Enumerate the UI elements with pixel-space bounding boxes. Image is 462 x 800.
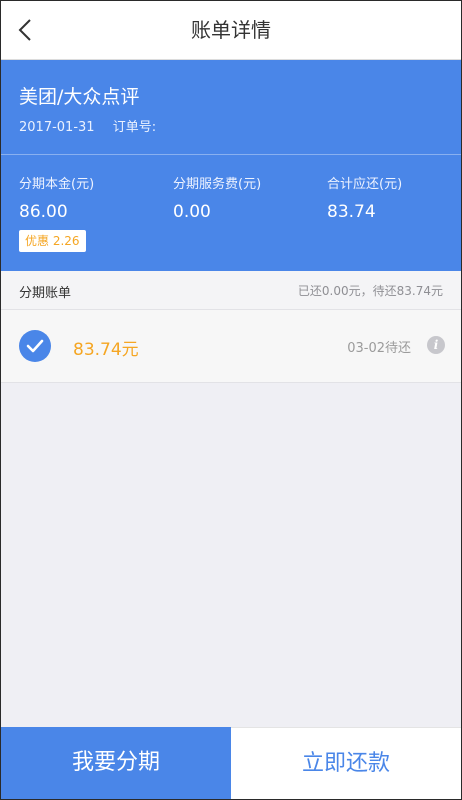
order-date: 2017-01-31	[19, 120, 95, 135]
installment-bills-section-header: 分期账单 已还0.00元，待还83.74元	[1, 271, 461, 310]
nav-bar: 账单详情	[1, 1, 461, 60]
repayment-summary: 已还0.00元，待还83.74元	[297, 284, 443, 298]
service-fee-value: 0.00	[173, 202, 211, 222]
repay-now-button[interactable]: 立即还款	[231, 727, 461, 799]
service-fee-label: 分期服务费(元)	[173, 177, 262, 192]
bottom-action-bar: 我要分期 立即还款	[1, 727, 461, 799]
principal-column: 分期本金(元) 86.00	[19, 173, 94, 222]
discount-badge: 优惠 2.26	[19, 230, 86, 252]
checkmark-icon[interactable]	[19, 330, 51, 362]
header-divider	[1, 154, 461, 155]
bill-summary-header: 美团/大众点评 2017-01-31 订单号: 分期本金(元) 86.00 分期…	[1, 60, 461, 271]
principal-value: 86.00	[19, 202, 68, 222]
app-frame: 账单详情 美团/大众点评 2017-01-31 订单号: 分期本金(元) 86.…	[0, 0, 462, 800]
order-info: 2017-01-31 订单号:	[19, 116, 156, 135]
info-icon[interactable]: i	[427, 336, 445, 354]
page-title: 账单详情	[191, 18, 271, 42]
installment-due-date: 03-02待还	[347, 341, 411, 356]
installment-row[interactable]: 83.74元 03-02待还 i	[1, 310, 461, 383]
total-label: 合计应还(元)	[327, 177, 403, 192]
installment-amount: 83.74元	[73, 340, 139, 360]
total-value: 83.74	[327, 202, 376, 222]
total-column: 合计应还(元) 83.74	[327, 173, 402, 222]
order-number-label: 订单号:	[112, 120, 157, 135]
merchant-name: 美团/大众点评	[19, 86, 140, 108]
principal-label: 分期本金(元)	[19, 177, 95, 192]
installment-button[interactable]: 我要分期	[1, 727, 231, 799]
section-title: 分期账单	[19, 286, 72, 301]
service-fee-column: 分期服务费(元) 0.00	[173, 173, 261, 222]
